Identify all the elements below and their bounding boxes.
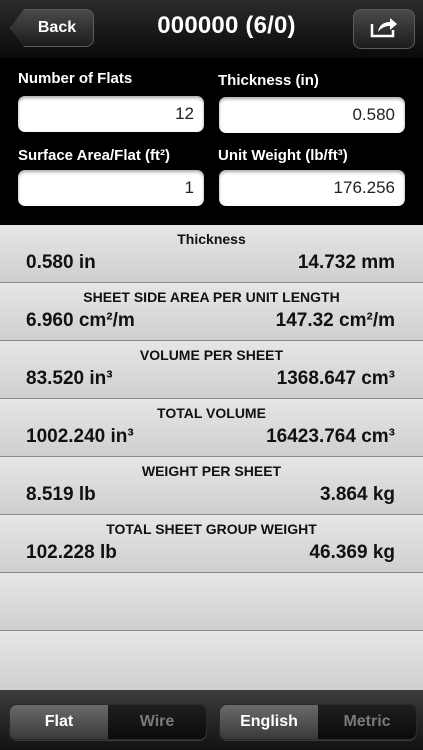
num-flats-label: Number of Flats (18, 70, 133, 87)
result-row-volume-per-sheet: VOLUME PER SHEET 83.520 in³ 1368.647 cm³ (0, 341, 423, 399)
surface-area-label: Surface Area/Flat (ft²) (18, 147, 170, 164)
result-row-side-area: SHEET SIDE AREA PER UNIT LENGTH 6.960 cm… (0, 283, 423, 341)
page-title: 000000 (6/0) (157, 12, 296, 39)
surface-area-field[interactable]: 1 (18, 170, 204, 206)
result-row-total-weight: TOTAL SHEET GROUP WEIGHT 102.228 lb 46.3… (0, 515, 423, 573)
share-button[interactable] (353, 9, 415, 49)
unit-weight-value: 176.256 (333, 178, 395, 197)
result-title: Thickness (177, 231, 246, 247)
unit-segmented-control: English Metric (219, 704, 417, 740)
back-button[interactable]: Back (10, 9, 94, 47)
result-metric-value: 16423.764 cm³ (266, 426, 395, 447)
empty-row (0, 631, 423, 690)
result-metric-value: 14.732 mm (297, 252, 395, 273)
num-flats-value: 12 (175, 104, 194, 123)
back-button-label: Back (37, 19, 77, 36)
result-english-value: 6.960 cm²/m (26, 310, 135, 331)
app-screen: Back 000000 (6/0) Number of Flats 12 Thi… (0, 0, 423, 750)
result-metric-value: 1368.647 cm³ (276, 368, 395, 389)
bottom-toolbar: Flat Wire English Metric (0, 690, 423, 750)
segment-english[interactable]: English (220, 705, 318, 739)
result-row-weight-per-sheet: WEIGHT PER SHEET 8.519 lb 3.864 kg (0, 457, 423, 515)
result-english-value: 8.519 lb (26, 484, 96, 505)
segment-metric[interactable]: Metric (318, 705, 416, 739)
result-metric-value: 147.32 cm²/m (275, 310, 395, 331)
thickness-label: Thickness (in) (218, 72, 319, 89)
shape-segmented-control: Flat Wire (9, 704, 207, 740)
share-icon (369, 15, 399, 44)
thickness-field[interactable]: 0.580 (219, 97, 405, 133)
navigation-bar: Back 000000 (6/0) (0, 0, 423, 58)
input-panel: Number of Flats 12 Thickness (in) 0.580 … (0, 58, 423, 225)
segment-flat[interactable]: Flat (10, 705, 108, 739)
result-metric-value: 46.369 kg (309, 542, 395, 563)
result-english-value: 1002.240 in³ (26, 426, 134, 447)
results-list: Thickness 0.580 in 14.732 mm SHEET SIDE … (0, 225, 423, 690)
result-title: VOLUME PER SHEET (139, 347, 284, 363)
unit-weight-field[interactable]: 176.256 (219, 170, 405, 206)
result-row-total-volume: TOTAL VOLUME 1002.240 in³ 16423.764 cm³ (0, 399, 423, 457)
unit-weight-label: Unit Weight (lb/ft³) (218, 147, 348, 164)
result-row-thickness: Thickness 0.580 in 14.732 mm (0, 225, 423, 283)
result-title: TOTAL VOLUME (157, 405, 266, 421)
result-english-value: 83.520 in³ (26, 368, 113, 389)
result-english-value: 102.228 lb (26, 542, 117, 563)
result-metric-value: 3.864 kg (320, 484, 395, 505)
surface-area-value: 1 (184, 178, 194, 197)
num-flats-field[interactable]: 12 (18, 96, 204, 132)
result-title: SHEET SIDE AREA PER UNIT LENGTH (83, 289, 340, 305)
empty-row (0, 573, 423, 631)
result-title: TOTAL SHEET GROUP WEIGHT (106, 521, 317, 537)
result-english-value: 0.580 in (26, 252, 96, 273)
thickness-value: 0.580 (352, 105, 395, 124)
result-title: WEIGHT PER SHEET (141, 463, 282, 479)
segment-wire[interactable]: Wire (108, 705, 206, 739)
